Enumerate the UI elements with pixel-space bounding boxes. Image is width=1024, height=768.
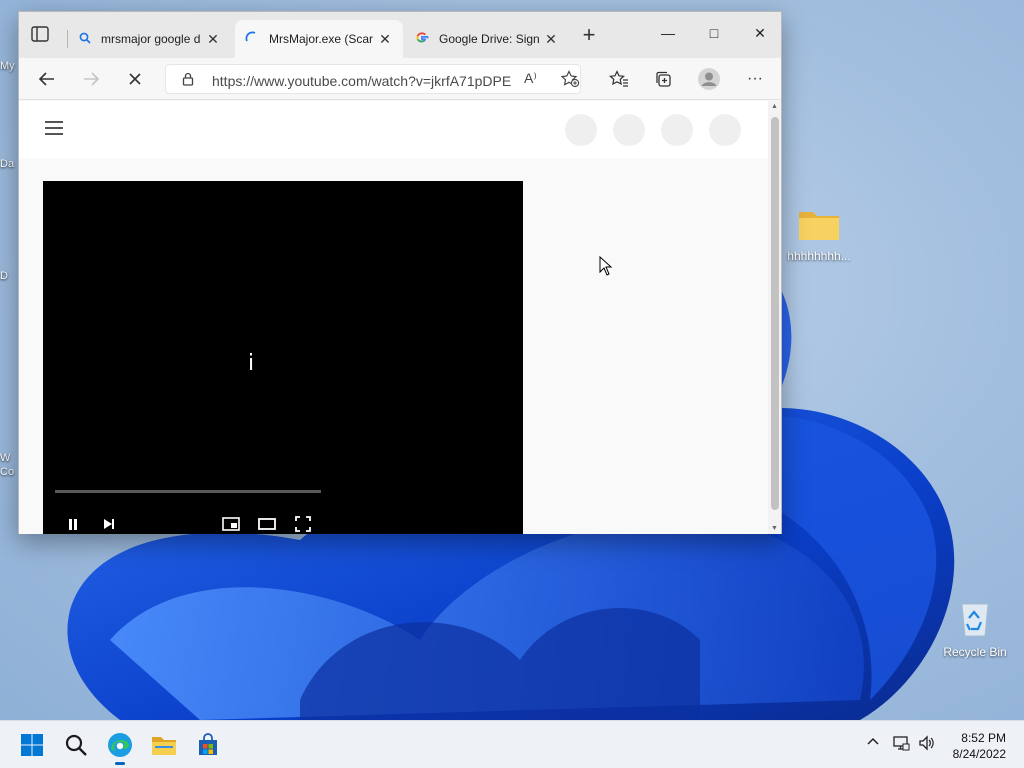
header-placeholder	[709, 114, 741, 146]
folder-icon	[799, 212, 839, 240]
pause-button[interactable]	[61, 513, 85, 534]
add-favorite-icon[interactable]	[560, 70, 580, 91]
desktop-icon-label-partial[interactable]: Da	[0, 158, 14, 170]
system-clock[interactable]: 8:52 PM 8/24/2022	[953, 730, 1006, 762]
volume-icon[interactable]	[918, 735, 936, 754]
tab-title: MrsMajor.exe (Scar	[269, 32, 374, 46]
lock-icon[interactable]	[182, 72, 194, 89]
progress-bar[interactable]	[55, 490, 321, 493]
close-window-button[interactable]: ✕	[737, 18, 783, 48]
theater-button[interactable]	[255, 513, 279, 534]
loading-icon	[245, 31, 259, 48]
close-icon[interactable]: ✕	[205, 31, 221, 48]
page-content: ı̇	[19, 101, 768, 534]
next-icon	[104, 519, 114, 529]
network-icon[interactable]	[892, 735, 910, 754]
address-bar[interactable]: https://www.youtube.com/watch?v=jkrfA71p…	[165, 64, 581, 94]
header-placeholder	[661, 114, 693, 146]
google-icon	[415, 31, 429, 48]
search-icon	[65, 734, 87, 756]
header-placeholder	[613, 114, 645, 146]
scrollbar-thumb[interactable]	[771, 117, 779, 510]
vertical-scrollbar[interactable]: ▲ ▼	[768, 101, 781, 534]
taskbar: 8:52 PM 8/24/2022	[0, 720, 1024, 768]
scroll-up-icon[interactable]: ▲	[771, 103, 778, 110]
pause-icon	[69, 519, 77, 530]
miniplayer-icon	[222, 517, 240, 531]
back-arrow-icon	[38, 72, 54, 86]
start-icon	[21, 734, 43, 756]
desktop-icon-label-partial[interactable]: D	[0, 270, 8, 282]
close-icon[interactable]: ✕	[377, 31, 393, 48]
tab-mrsmajor-video[interactable]: MrsMajor.exe (Scar ✕	[235, 20, 403, 58]
forward-arrow-icon	[84, 72, 100, 86]
settings-more-button[interactable]: ···	[741, 66, 769, 92]
scroll-down-icon[interactable]: ▼	[771, 525, 778, 532]
mouse-cursor-icon	[599, 256, 613, 276]
menu-icon[interactable]	[45, 121, 63, 135]
search-icon	[79, 32, 91, 47]
chevron-up-icon[interactable]	[866, 735, 880, 752]
stop-loading-button[interactable]	[121, 66, 149, 92]
desktop-folder[interactable]: hhhhhhhh...	[779, 208, 859, 263]
clock-time: 8:52 PM	[961, 731, 1006, 745]
tab-google-drive[interactable]: Google Drive: Sign ✕	[405, 20, 569, 58]
avatar-icon	[698, 68, 720, 90]
taskbar-search-button[interactable]	[60, 729, 92, 761]
desktop-recycle-bin-label: Recycle Bin	[943, 645, 1007, 659]
desktop-folder-label: hhhhhhhh...	[787, 249, 851, 263]
file-explorer-icon	[152, 737, 176, 755]
theater-icon	[258, 518, 276, 530]
navigation-toolbar: https://www.youtube.com/watch?v=jkrfA71p…	[19, 58, 781, 100]
tab-strip: mrsmajor google d ✕ MrsMajor.exe (Scar ✕…	[19, 12, 781, 58]
back-button[interactable]	[33, 66, 61, 92]
read-aloud-icon[interactable]: A⁾	[524, 70, 537, 87]
fullscreen-button[interactable]	[291, 513, 315, 534]
tab-title: Google Drive: Sign	[439, 32, 540, 46]
more-icon: ···	[747, 70, 763, 87]
store-icon	[199, 733, 217, 755]
collections-icon	[656, 71, 671, 87]
profile-button[interactable]	[695, 66, 723, 92]
tab-title: mrsmajor google d	[101, 32, 201, 46]
desktop-icon-label-partial[interactable]: Co	[0, 466, 14, 478]
tab-separator	[67, 30, 68, 48]
taskbar-edge[interactable]	[104, 729, 136, 765]
tab-mrsmajor-search[interactable]: mrsmajor google d ✕	[69, 20, 231, 58]
loading-glyph: ı̇	[248, 351, 255, 376]
collections-button[interactable]	[649, 66, 677, 92]
new-tab-button[interactable]: +	[576, 24, 602, 48]
clock-date: 8/24/2022	[952, 747, 1006, 761]
desktop-icon-label-partial[interactable]: My	[0, 60, 15, 72]
next-button[interactable]	[97, 513, 121, 534]
maximize-button[interactable]: □	[691, 18, 737, 48]
miniplayer-button[interactable]	[219, 513, 243, 534]
youtube-header	[19, 101, 768, 158]
close-icon[interactable]: ✕	[543, 31, 559, 48]
video-player[interactable]: ı̇	[43, 181, 523, 534]
close-icon	[129, 73, 141, 85]
forward-button[interactable]	[77, 66, 105, 92]
edge-icon	[108, 733, 132, 757]
favorites-button[interactable]	[605, 66, 633, 92]
fullscreen-icon	[295, 516, 311, 532]
desktop-recycle-bin[interactable]: Recycle Bin	[935, 598, 1015, 659]
tab-actions-icon[interactable]	[31, 26, 53, 46]
start-button[interactable]	[16, 729, 48, 761]
favorites-icon	[609, 70, 628, 87]
address-url[interactable]: https://www.youtube.com/watch?v=jkrfA71p…	[212, 73, 522, 89]
header-placeholder	[565, 114, 597, 146]
minimize-button[interactable]: —	[645, 18, 691, 48]
recycle-bin-icon	[961, 603, 989, 637]
taskbar-file-explorer[interactable]	[148, 729, 180, 761]
browser-window: mrsmajor google d ✕ MrsMajor.exe (Scar ✕…	[18, 11, 782, 534]
desktop-icon-label-partial[interactable]: W	[0, 452, 10, 464]
taskbar-store[interactable]	[192, 729, 224, 761]
